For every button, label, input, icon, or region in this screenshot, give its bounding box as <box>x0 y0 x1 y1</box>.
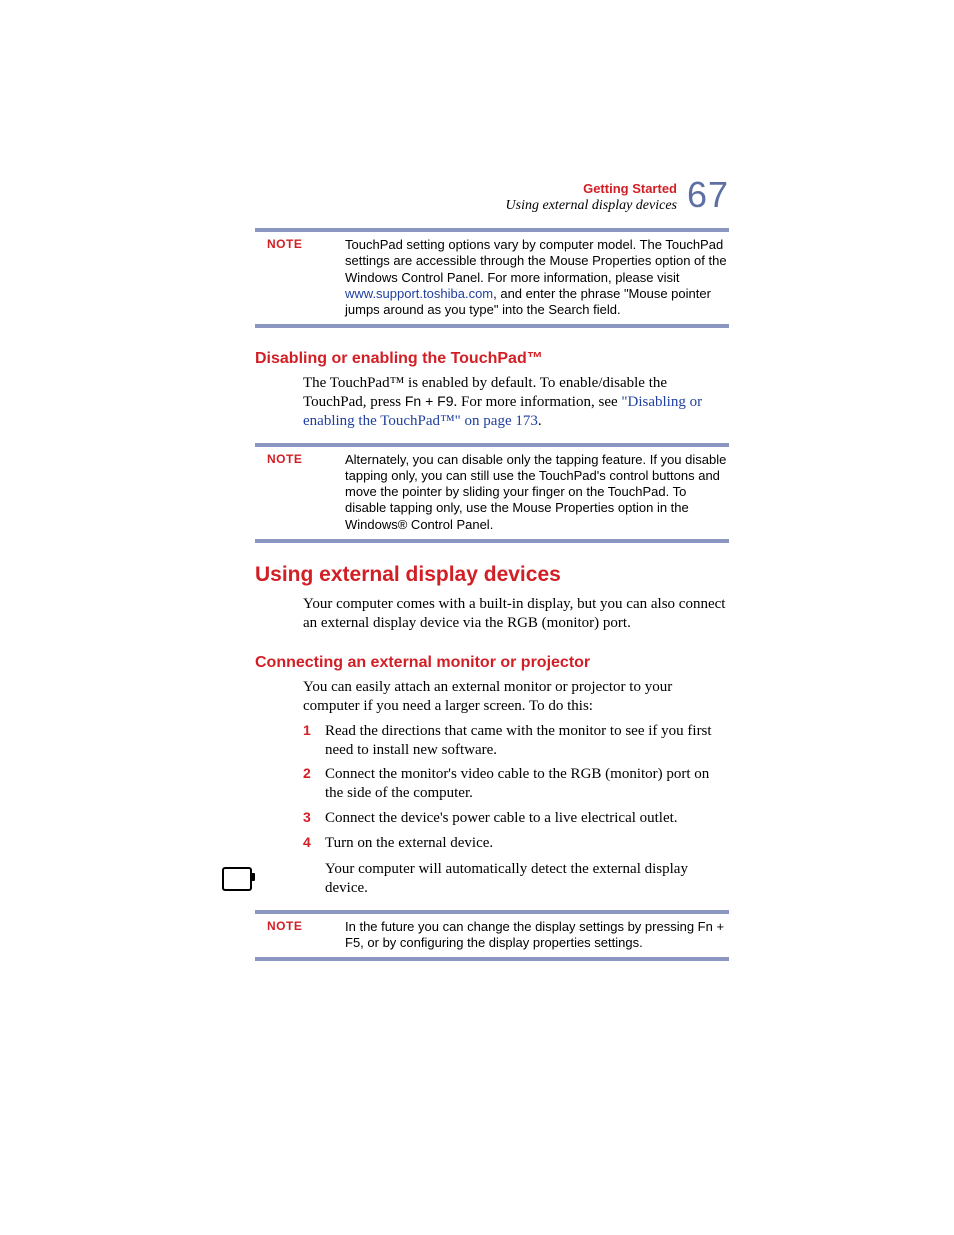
rule-icon <box>255 539 729 543</box>
page-content: Getting Started Using external display d… <box>0 0 954 961</box>
support-link[interactable]: www.support.toshiba.com <box>345 286 493 301</box>
heading-connect-monitor: Connecting an external monitor or projec… <box>255 654 729 672</box>
text: In the future you can change the display… <box>345 919 698 934</box>
heading-disable-touchpad: Disabling or enabling the TouchPad™ <box>255 350 729 368</box>
note-body: TouchPad setting options vary by compute… <box>345 237 729 318</box>
page-number: 67 <box>687 174 729 216</box>
note-body: In the future you can change the display… <box>345 919 729 952</box>
note-label: NOTE <box>255 452 345 466</box>
monitor-port-icon <box>222 867 252 891</box>
step-text: Read the directions that came with the m… <box>325 722 729 760</box>
step-number: 1 <box>303 722 325 738</box>
step-text: Connect the device's power cable to a li… <box>325 809 729 828</box>
note-label: NOTE <box>255 919 345 933</box>
step-text: Turn on the external device. <box>325 834 729 853</box>
header-text: Getting Started Using external display d… <box>506 180 677 213</box>
rule-icon <box>255 957 729 961</box>
paragraph-connect-monitor: You can easily attach an external monito… <box>303 678 729 716</box>
rule-icon <box>255 324 729 328</box>
chapter-label: Getting Started <box>583 181 677 196</box>
text: , or by configuring the display properti… <box>360 935 643 950</box>
text: . <box>538 413 542 429</box>
note-display-settings: NOTE In the future you can change the di… <box>255 910 729 962</box>
list-item: 1 Read the directions that came with the… <box>303 722 729 760</box>
note-label: NOTE <box>255 237 345 251</box>
list-item: 3 Connect the device's power cable to a … <box>303 809 729 828</box>
step-number: 3 <box>303 809 325 825</box>
note-text-a: TouchPad setting options vary by compute… <box>345 237 727 285</box>
text: . For more information, see <box>454 394 622 410</box>
step-list: 1 Read the directions that came with the… <box>303 722 729 853</box>
note-tapping: NOTE Alternately, you can disable only t… <box>255 443 729 543</box>
list-item: 2 Connect the monitor's video cable to t… <box>303 765 729 803</box>
list-item: 4 Turn on the external device. <box>303 834 729 853</box>
step-number: 2 <box>303 765 325 781</box>
note-touchpad-settings: NOTE TouchPad setting options vary by co… <box>255 228 729 328</box>
step-number: 4 <box>303 834 325 850</box>
note-body: Alternately, you can disable only the ta… <box>345 452 729 533</box>
section-label: Using external display devices <box>506 198 677 213</box>
heading-external-display: Using external display devices <box>255 563 729 587</box>
key-combo: Fn + F9 <box>405 393 454 409</box>
paragraph-touchpad: The TouchPad™ is enabled by default. To … <box>303 374 729 430</box>
step-text: Connect the monitor's video cable to the… <box>325 765 729 803</box>
page-header: Getting Started Using external display d… <box>255 180 729 220</box>
paragraph-auto-detect: Your computer will automatically detect … <box>325 860 729 898</box>
paragraph-external-display: Your computer comes with a built-in disp… <box>303 595 729 633</box>
